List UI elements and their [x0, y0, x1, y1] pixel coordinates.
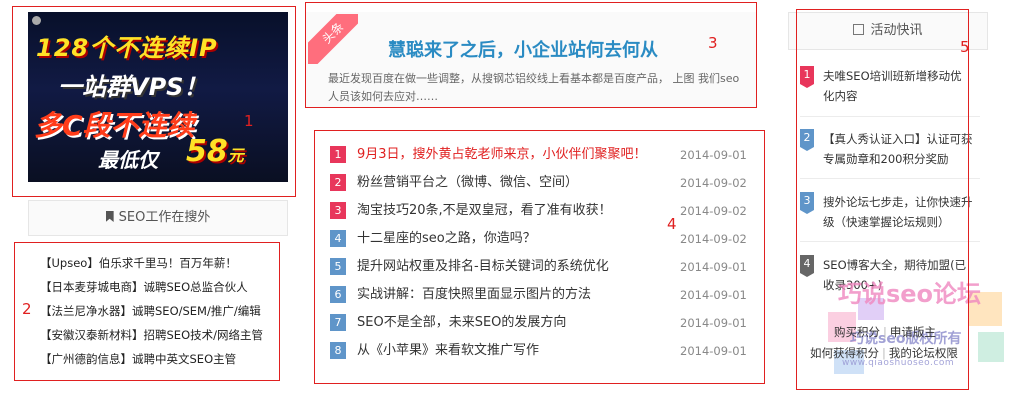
- annotation-label-5: 5: [960, 38, 970, 56]
- annotation-box-4: [314, 130, 765, 384]
- annotation-label-1: 1: [244, 112, 254, 130]
- annotation-box-3: [305, 2, 757, 108]
- annotation-label-2: 2: [22, 300, 32, 318]
- bookmark-icon: [105, 211, 114, 222]
- annotation-box-2: [14, 242, 280, 381]
- jobs-header-label: SEO工作在搜外: [118, 210, 211, 225]
- annotation-box-5: [796, 9, 969, 390]
- annotation-label-3: 3: [708, 34, 718, 52]
- annotation-label-4: 4: [667, 215, 677, 233]
- jobs-section-header: SEO工作在搜外: [28, 200, 288, 236]
- annotation-box-1: [12, 6, 296, 197]
